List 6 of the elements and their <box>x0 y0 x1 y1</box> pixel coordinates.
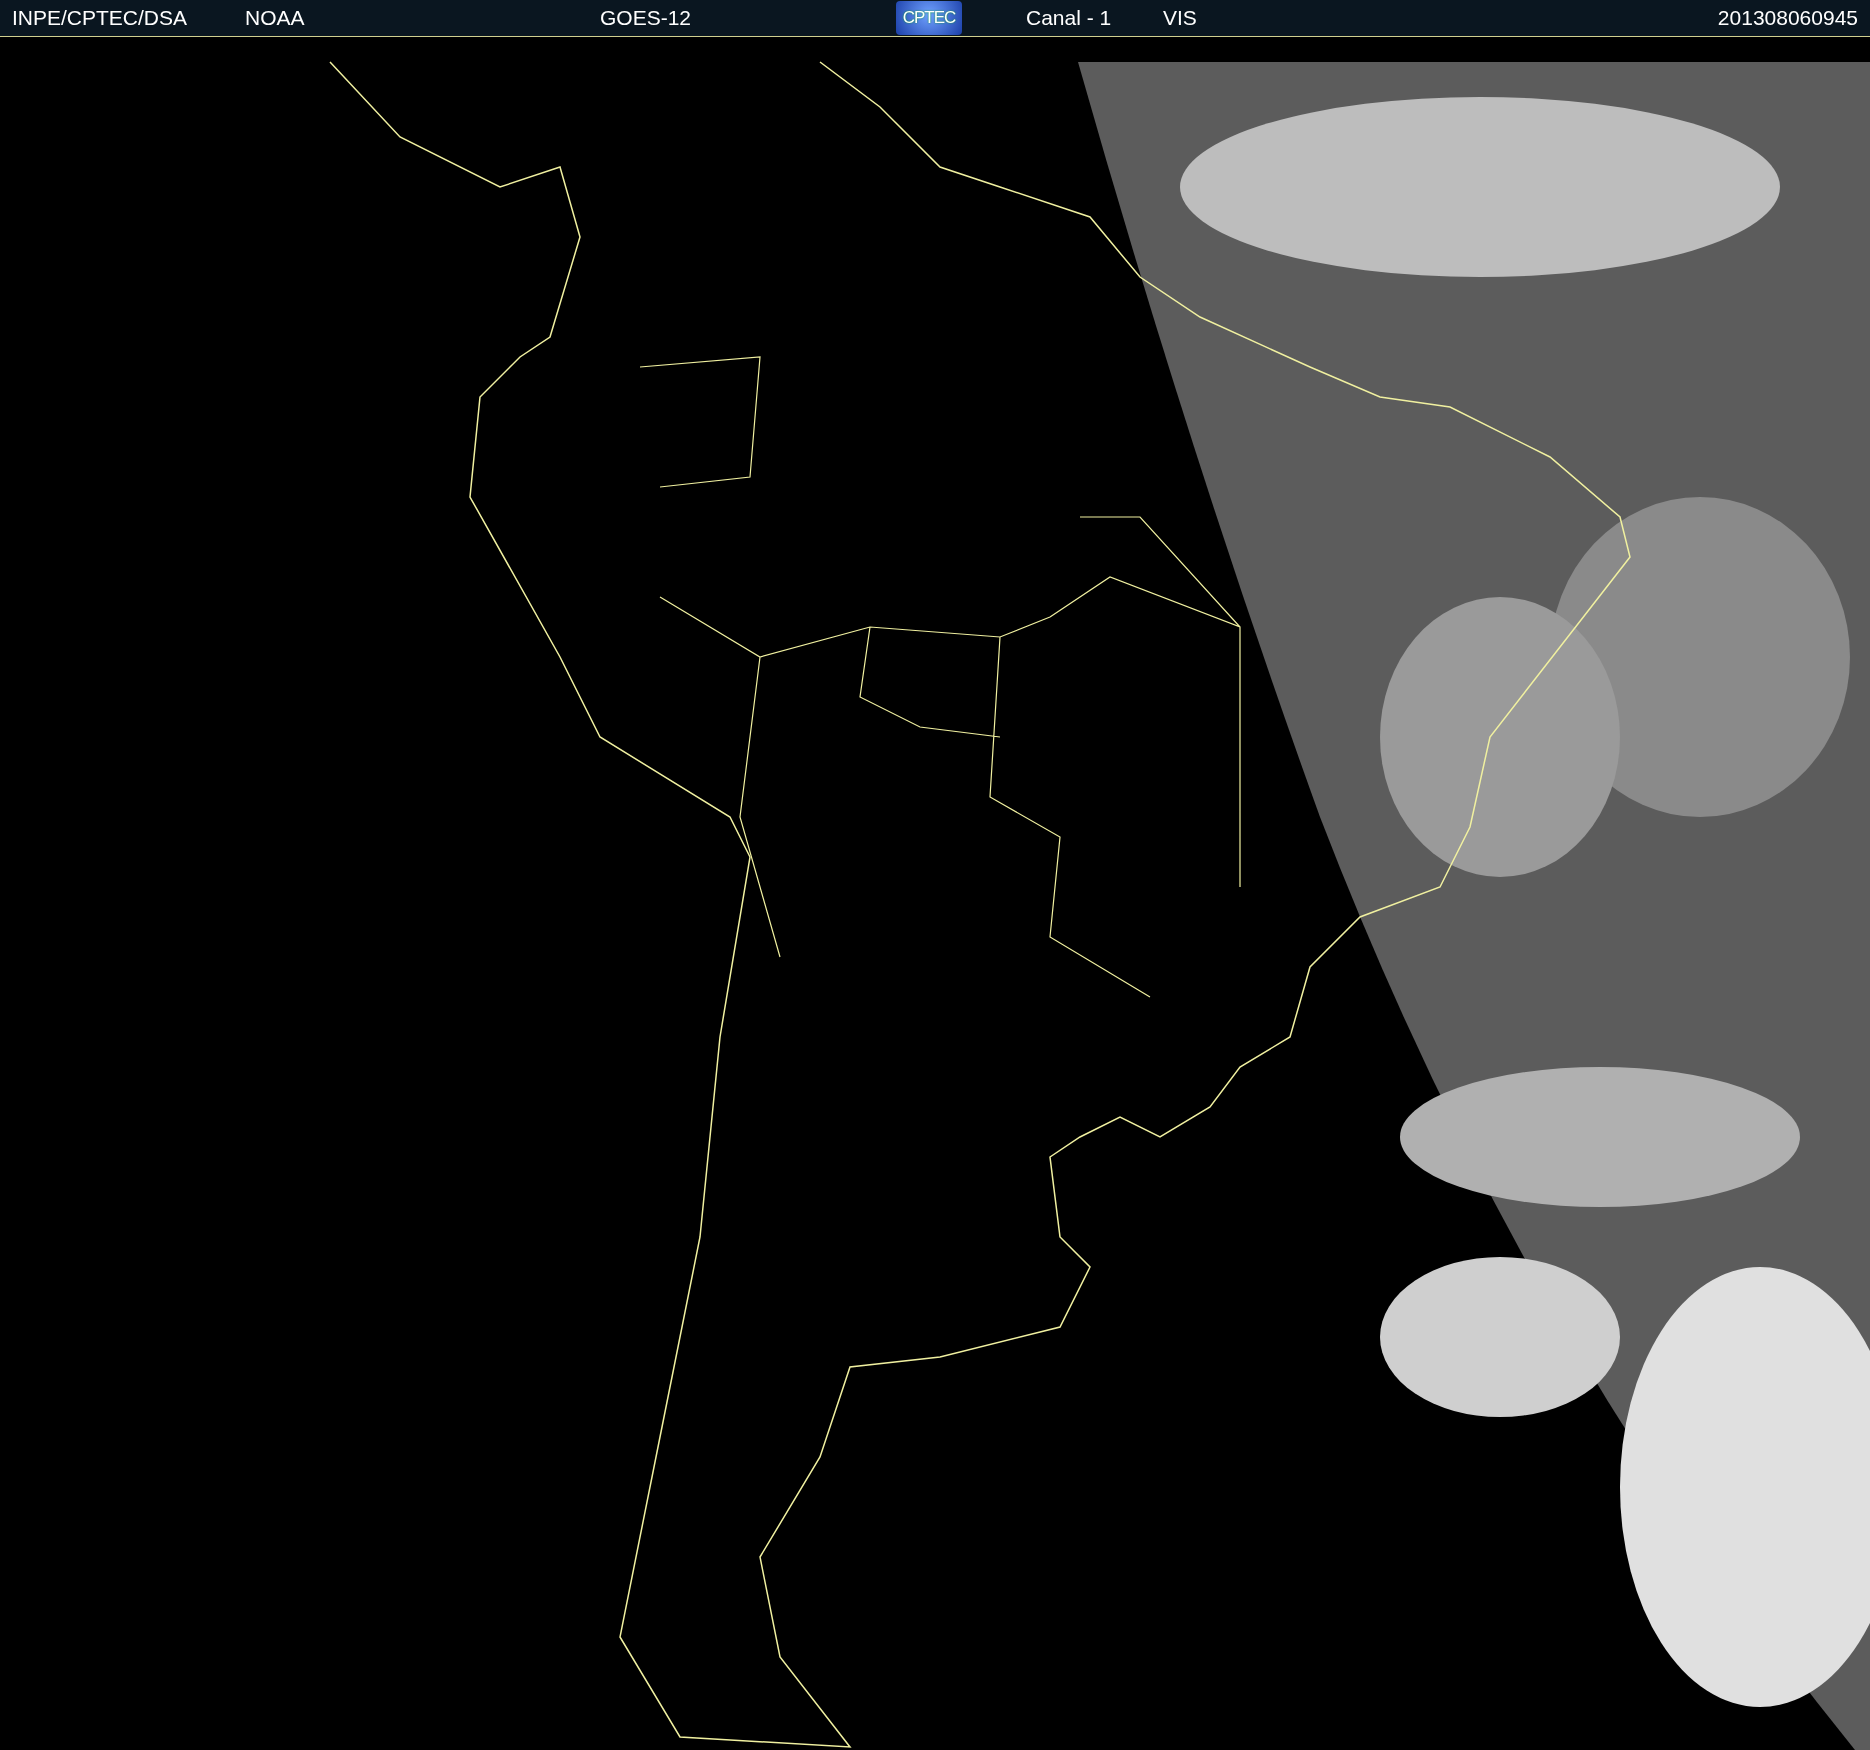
band-label: VIS <box>1163 6 1198 30</box>
timestamp-label: 201308060945 <box>1716 6 1858 30</box>
channel-label: Canal - 1 <box>1026 6 1113 30</box>
agency-label: NOAA <box>245 6 306 30</box>
source-label: INPE/CPTEC/DSA <box>12 6 189 30</box>
logo: CPTEC <box>896 1 962 35</box>
